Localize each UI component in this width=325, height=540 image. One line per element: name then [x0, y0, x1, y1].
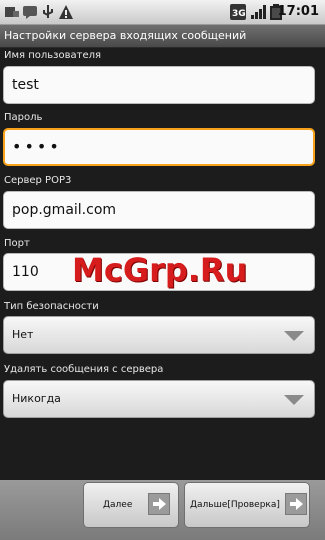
next-check-button-label: Дальше[Проверка] [190, 500, 280, 510]
chevron-down-icon [284, 395, 304, 405]
warning-icon [59, 5, 73, 19]
settings-form: Имя пользователя test Пароль •••• Сервер… [0, 48, 325, 480]
security-type-value: Нет [12, 328, 34, 341]
next-button[interactable]: Далее [83, 482, 179, 528]
security-type-label: Тип безопасности [4, 301, 99, 312]
password-label: Пароль [4, 112, 43, 123]
next-check-button[interactable]: Дальше[Проверка] [184, 482, 310, 528]
chat-icon [23, 6, 37, 19]
delete-from-server-value: Никогда [12, 392, 61, 405]
3g-icon: 3G [230, 4, 246, 20]
status-time: 17:01 [277, 4, 319, 19]
page-title: Настройки сервера входящих сообщений [0, 25, 325, 48]
username-label: Имя пользователя [4, 50, 102, 61]
chevron-down-icon [284, 331, 304, 341]
usb-icon [43, 5, 53, 18]
settings-icon [5, 7, 19, 17]
next-button-label: Далее [103, 500, 133, 510]
bottom-button-bar: Далее Дальше[Проверка] [0, 480, 325, 540]
username-field[interactable]: test [3, 66, 315, 104]
port-label: Порт [4, 238, 30, 249]
server-field[interactable]: pop.gmail.com [3, 191, 315, 229]
delete-from-server-select[interactable]: Никогда [3, 380, 315, 418]
security-type-select[interactable]: Нет [3, 316, 315, 354]
server-label: Сервер POP3 [4, 175, 72, 186]
delete-from-server-label: Удалять сообщения с сервера [4, 364, 164, 375]
status-bar: 3G 17:01 [0, 0, 325, 25]
svg-text:3G: 3G [232, 9, 246, 19]
arrow-right-icon [148, 493, 170, 515]
port-field[interactable]: 110 [3, 253, 315, 291]
password-field[interactable]: •••• [3, 128, 315, 166]
arrow-right-icon [285, 493, 307, 515]
signal-icon [251, 5, 266, 19]
